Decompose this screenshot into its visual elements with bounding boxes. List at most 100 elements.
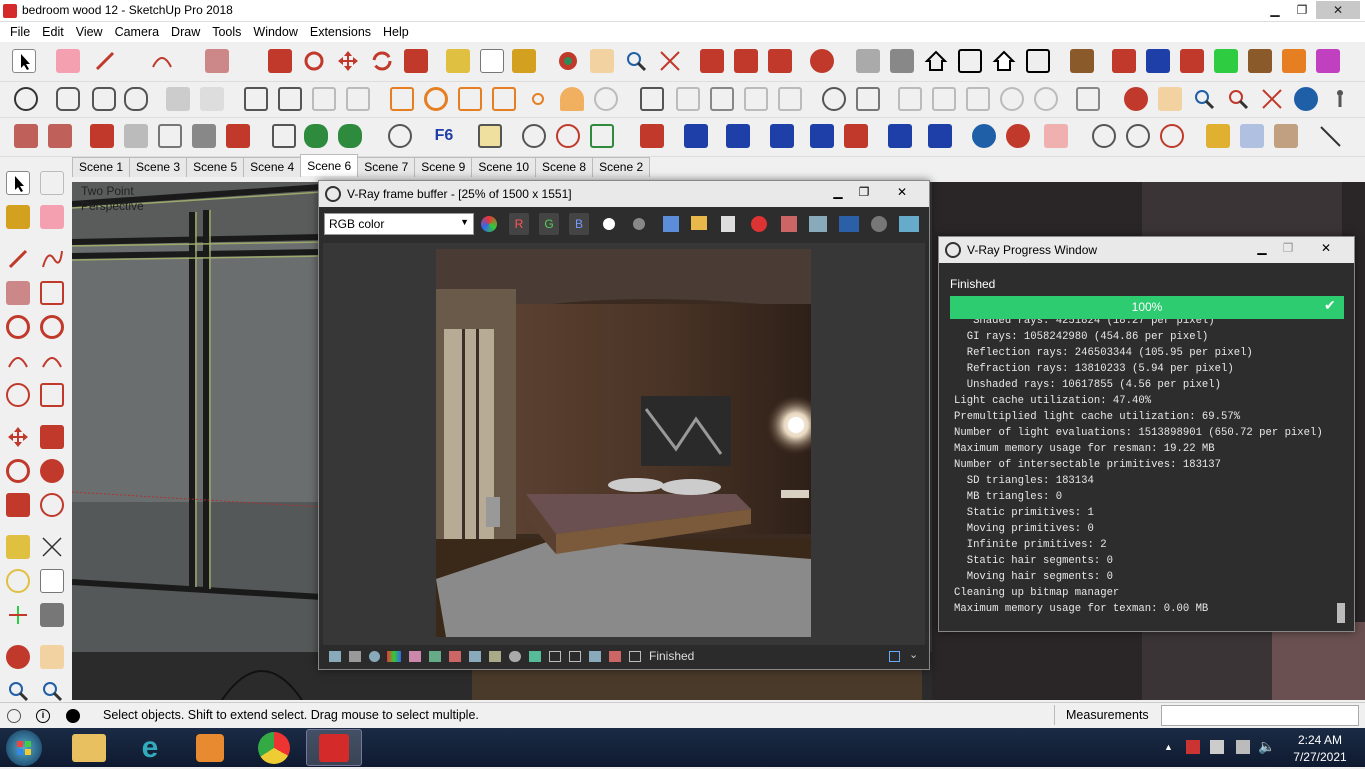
section-plane-icon[interactable]: [1070, 49, 1094, 73]
pan-hand-icon[interactable]: [40, 645, 64, 669]
info-icon[interactable]: [369, 651, 380, 662]
move-tool-icon[interactable]: [6, 425, 30, 449]
color-balance-icon[interactable]: [449, 651, 461, 662]
menu-file[interactable]: File: [4, 25, 36, 39]
arc-tool-icon[interactable]: [150, 49, 174, 73]
scale-tool-icon[interactable]: [404, 49, 428, 73]
lens-effects-icon[interactable]: [509, 651, 521, 662]
pixel-aspect-icon[interactable]: [569, 651, 581, 662]
fur-icon[interactable]: [744, 87, 768, 111]
share-model-icon[interactable]: [734, 49, 758, 73]
vfb-maximize-button[interactable]: ❐: [855, 185, 873, 201]
paint-bucket-icon[interactable]: [6, 205, 30, 229]
frame-buffer-icon[interactable]: [200, 87, 224, 111]
left-view-icon[interactable]: [1026, 49, 1050, 73]
dimension-icon[interactable]: [40, 535, 64, 559]
extrude-icon[interactable]: [770, 124, 794, 148]
solid-intersect-icon[interactable]: [124, 124, 148, 148]
move-up-down-icon[interactable]: [810, 124, 834, 148]
zoom-extents-2-icon[interactable]: [1260, 87, 1284, 111]
info-icon[interactable]: i: [36, 709, 50, 723]
progress-minimize-button[interactable]: ▁: [1253, 241, 1271, 257]
minimize-button[interactable]: ▁: [1262, 1, 1288, 19]
walk-icon[interactable]: [1328, 87, 1352, 111]
save-icon[interactable]: [663, 216, 679, 232]
pie-icon[interactable]: [40, 383, 64, 407]
hsl-icon[interactable]: [429, 651, 441, 662]
solid-trim-icon[interactable]: [192, 124, 216, 148]
brick-icon[interactable]: [640, 124, 664, 148]
warehouse-icon[interactable]: [700, 49, 724, 73]
tape-measure-icon[interactable]: [6, 535, 30, 559]
sketchup-app-icon[interactable]: [3, 4, 17, 18]
two-point-arc-icon[interactable]: [40, 349, 64, 373]
history-icon[interactable]: [329, 651, 341, 662]
circle-tool-icon[interactable]: [6, 315, 30, 339]
cube-brown-icon[interactable]: [1274, 124, 1298, 148]
follow-me-icon[interactable]: [302, 49, 326, 73]
tree-icon[interactable]: [304, 124, 328, 148]
asset-editor-icon[interactable]: [166, 87, 190, 111]
arc-tool-icon[interactable]: [6, 349, 30, 373]
pencil-line-icon[interactable]: [1318, 124, 1342, 148]
volume-icon[interactable]: 🔈: [1258, 738, 1275, 755]
axis-j-icon[interactable]: [1146, 49, 1170, 73]
text-tool-icon[interactable]: [40, 569, 64, 593]
tab-scene-3[interactable]: Scene 3: [129, 157, 188, 177]
3d-text-icon[interactable]: [40, 603, 64, 627]
clock-date[interactable]: 7/27/2021: [1280, 750, 1360, 764]
teapot-render-icon[interactable]: [56, 87, 80, 111]
axis-x-icon[interactable]: [1282, 49, 1306, 73]
proxy-export-icon[interactable]: [676, 87, 700, 111]
white-dot-icon[interactable]: [603, 218, 615, 230]
ruby-console-icon[interactable]: [810, 49, 834, 73]
orbit-icon[interactable]: [6, 645, 30, 669]
move-tool-icon[interactable]: [336, 49, 360, 73]
menu-draw[interactable]: Draw: [165, 25, 206, 39]
render-teapot-icon[interactable]: [809, 216, 827, 232]
smooth-icon[interactable]: [1044, 124, 1068, 148]
log-scrollbar[interactable]: [1337, 603, 1345, 623]
render-region-icon[interactable]: [839, 216, 859, 232]
rectangle-tool-icon[interactable]: [205, 49, 229, 73]
line-tool-icon[interactable]: [6, 247, 30, 271]
color-corrections-icon[interactable]: [481, 216, 497, 232]
push-pull-icon[interactable]: [40, 425, 64, 449]
render-region-icon[interactable]: [312, 87, 336, 111]
line-tool-icon[interactable]: [93, 49, 117, 73]
cloud-render-icon[interactable]: [124, 87, 148, 111]
green-channel-button[interactable]: G: [539, 213, 559, 235]
f6-icon[interactable]: F6: [432, 124, 456, 148]
component-icon[interactable]: [272, 124, 296, 148]
menu-edit[interactable]: Edit: [36, 25, 70, 39]
orbit-icon[interactable]: [556, 49, 580, 73]
exposure-icon[interactable]: [469, 651, 481, 662]
box-cube-icon[interactable]: [726, 124, 750, 148]
menu-view[interactable]: View: [70, 25, 109, 39]
undo-arc-icon[interactable]: [972, 124, 996, 148]
axis-f-icon[interactable]: [1316, 49, 1340, 73]
layer-icon[interactable]: [478, 124, 502, 148]
select-tool-icon[interactable]: [6, 171, 30, 195]
lut-icon[interactable]: [489, 651, 501, 662]
compass-icon[interactable]: [1126, 124, 1150, 148]
sphere-icon[interactable]: [822, 87, 846, 111]
hourglass-icon[interactable]: [928, 124, 952, 148]
geo-location-icon[interactable]: [7, 709, 21, 723]
tab-scene-10[interactable]: Scene 10: [471, 157, 537, 177]
tab-scene-7[interactable]: Scene 7: [357, 157, 416, 177]
protractor-icon[interactable]: [1092, 124, 1116, 148]
solid-subtract-icon[interactable]: [158, 124, 182, 148]
clear-image-icon[interactable]: [751, 216, 767, 232]
taskbar-sketchup-button[interactable]: [306, 729, 362, 766]
crop-icon[interactable]: [549, 651, 561, 662]
curves-icon[interactable]: [409, 651, 421, 662]
weld-icon[interactable]: [556, 124, 580, 148]
chevron-down-icon[interactable]: ⌄: [909, 648, 918, 661]
rotated-rectangle-icon[interactable]: [40, 281, 64, 305]
folder-icon[interactable]: [691, 216, 707, 230]
action-center-flag-icon[interactable]: [1186, 740, 1200, 754]
tab-scene-2[interactable]: Scene 2: [592, 157, 651, 177]
measurements-input[interactable]: [1161, 705, 1359, 726]
scatter-icon[interactable]: [856, 87, 880, 111]
